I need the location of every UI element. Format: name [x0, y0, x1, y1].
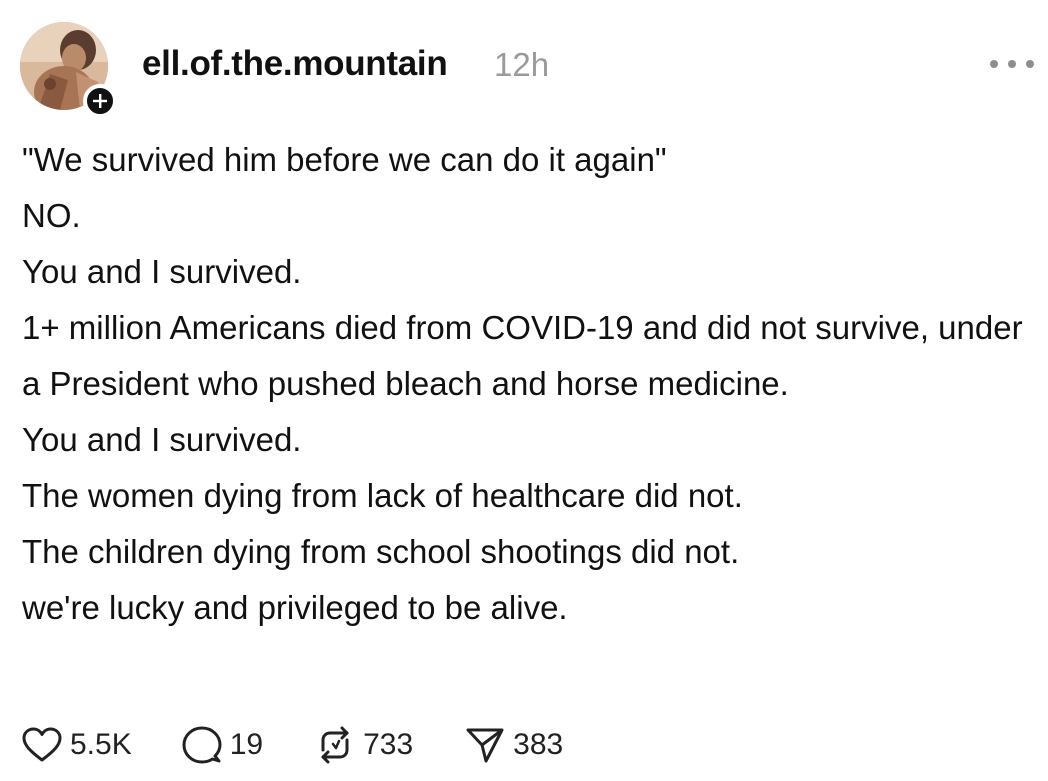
reply-count: 19 [229, 728, 264, 761]
post-line: 1+ million Americans died from COVID-19 … [22, 309, 1023, 402]
comment-icon [182, 726, 222, 764]
repost-count: 733 [363, 728, 414, 761]
post-line: NO. [22, 197, 81, 234]
post-timestamp: 12h [494, 46, 550, 83]
post-line: The children dying from school shootings… [22, 533, 740, 570]
post-line: "We survived him before we can do it aga… [22, 141, 667, 178]
share-button[interactable]: 383 [465, 726, 563, 764]
post-line: we're lucky and privileged to be alive. [22, 589, 568, 626]
post-body: "We survived him before we can do it aga… [22, 132, 1032, 636]
follow-button[interactable] [83, 84, 117, 118]
heart-icon [22, 727, 62, 763]
more-options-button[interactable] [990, 52, 1034, 76]
share-count: 383 [513, 728, 564, 761]
like-button[interactable]: 5.5K [22, 727, 132, 763]
reply-button[interactable]: 19 [182, 726, 263, 764]
like-count: 5.5K [70, 728, 132, 761]
post-line: The women dying from lack of healthcare … [22, 477, 743, 514]
author-username[interactable]: ell.of.the.mountain [142, 44, 448, 84]
ellipsis-icon-dot [1026, 60, 1034, 68]
repost-button[interactable]: 733 [315, 726, 413, 764]
repost-icon [315, 726, 355, 764]
plus-icon [92, 93, 108, 109]
action-bar: 5.5K 19 733 383 [22, 722, 563, 768]
post-line: You and I survived. [22, 253, 302, 290]
ellipsis-icon-dot [1008, 60, 1016, 68]
post-line: You and I survived. [22, 421, 302, 458]
send-icon [465, 726, 505, 764]
author-avatar-container[interactable] [20, 22, 117, 118]
thread-post: ell.of.the.mountain 12h "We survived him… [0, 0, 1048, 781]
ellipsis-icon [990, 60, 998, 68]
